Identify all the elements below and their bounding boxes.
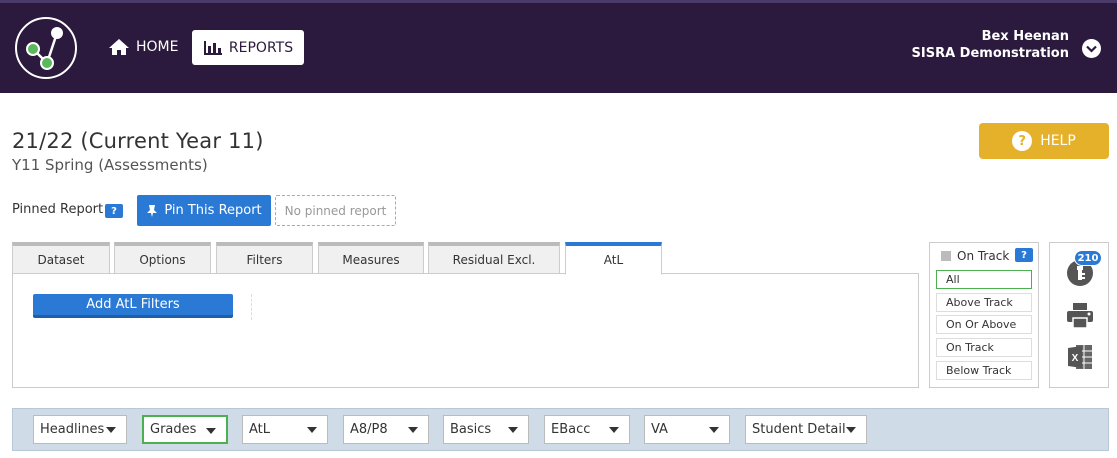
caret-down-icon bbox=[408, 427, 418, 433]
on-track-header[interactable]: On Track bbox=[941, 249, 1009, 263]
dropdown-atl-label: AtL bbox=[249, 422, 271, 437]
dropdown-headlines-label: Headlines bbox=[40, 422, 105, 437]
on-track-checkbox[interactable] bbox=[941, 251, 951, 261]
question-icon: ? bbox=[1012, 131, 1033, 151]
bar-chart-icon bbox=[203, 40, 222, 55]
tab-options[interactable]: Options bbox=[114, 242, 211, 274]
tab-dataset[interactable]: Dataset bbox=[12, 242, 110, 274]
pin-report-label: Pin This Report bbox=[164, 203, 262, 218]
tab-atl[interactable]: AtL bbox=[565, 242, 662, 275]
on-track-help-badge[interactable]: ? bbox=[1015, 248, 1033, 262]
dropdown-atl[interactable]: AtL bbox=[242, 415, 328, 444]
pin-icon bbox=[147, 204, 158, 217]
no-pinned-report-placeholder: No pinned report bbox=[275, 195, 396, 226]
logo-graph-icon bbox=[26, 27, 63, 70]
caret-down-icon bbox=[508, 427, 518, 433]
sisra-logo[interactable] bbox=[15, 17, 77, 79]
dropdown-grades[interactable]: Grades bbox=[142, 415, 228, 444]
dropdown-grades-label: Grades bbox=[150, 422, 197, 437]
user-name: Bex Heenan bbox=[981, 29, 1069, 44]
dropdown-va-label: VA bbox=[651, 422, 668, 437]
dropdown-a8-p8[interactable]: A8/P8 bbox=[343, 415, 429, 444]
dropdown-basics-label: Basics bbox=[450, 422, 492, 437]
pin-report-button[interactable]: Pin This Report bbox=[137, 195, 271, 226]
user-menu-toggle[interactable] bbox=[1082, 39, 1101, 58]
dropdown-basics[interactable]: Basics bbox=[443, 415, 529, 444]
on-track-header-label: On Track bbox=[957, 249, 1010, 263]
user-organisation: SISRA Demonstration bbox=[911, 46, 1070, 61]
user-info[interactable]: Bex Heenan SISRA Demonstration bbox=[912, 28, 1070, 62]
track-option-on-track[interactable]: On Track bbox=[936, 338, 1032, 357]
track-option-all[interactable]: All bbox=[936, 270, 1032, 289]
help-button[interactable]: ? HELP bbox=[979, 123, 1109, 159]
caret-down-icon bbox=[709, 427, 719, 433]
excel-icon[interactable]: X bbox=[1066, 343, 1094, 375]
caret-down-icon bbox=[609, 427, 619, 433]
caret-down-icon bbox=[206, 428, 216, 434]
nav-home-label: HOME bbox=[136, 39, 179, 55]
dropdown-student-detail[interactable]: Student Detail bbox=[745, 415, 867, 444]
home-icon bbox=[109, 39, 129, 55]
help-label: HELP bbox=[1040, 133, 1076, 149]
filter-count-badge: 210 bbox=[1074, 250, 1102, 266]
svg-text:X: X bbox=[1072, 353, 1079, 364]
dropdown-ebacc[interactable]: EBacc bbox=[544, 415, 630, 444]
tab-measures[interactable]: Measures bbox=[318, 242, 424, 274]
chevron-down-icon bbox=[1086, 45, 1097, 53]
caret-down-icon bbox=[307, 427, 317, 433]
nav-reports-label: REPORTS bbox=[228, 39, 294, 56]
caret-down-icon bbox=[846, 427, 856, 433]
dropdown-va[interactable]: VA bbox=[644, 415, 730, 444]
page-subtitle: Y11 Spring (Assessments) bbox=[12, 156, 208, 174]
dropdown-ebacc-label: EBacc bbox=[551, 422, 591, 437]
track-option-on-or-above[interactable]: On Or Above bbox=[936, 315, 1032, 334]
pinned-report-label: Pinned Report bbox=[12, 202, 104, 217]
nav-reports-button[interactable]: REPORTS bbox=[192, 30, 304, 65]
caret-down-icon bbox=[106, 427, 116, 433]
atl-tab-panel bbox=[12, 273, 919, 388]
nav-home-link[interactable]: HOME bbox=[108, 38, 178, 56]
pinned-help-badge[interactable]: ? bbox=[105, 204, 123, 218]
dropdown-a8-p8-label: A8/P8 bbox=[350, 422, 388, 437]
page-title: 21/22 (Current Year 11) bbox=[12, 129, 264, 153]
tab-filters[interactable]: Filters bbox=[216, 242, 313, 274]
dropdown-headlines[interactable]: Headlines bbox=[33, 415, 127, 444]
panel-divider bbox=[251, 294, 252, 320]
tab-residual-excl[interactable]: Residual Excl. bbox=[428, 242, 560, 274]
track-option-below-track[interactable]: Below Track bbox=[936, 361, 1032, 380]
track-option-above-track[interactable]: Above Track bbox=[936, 293, 1032, 312]
printer-icon[interactable] bbox=[1065, 302, 1095, 334]
dropdown-student-detail-label: Student Detail bbox=[752, 422, 846, 437]
add-atl-filters-button[interactable]: Add AtL Filters bbox=[33, 294, 233, 318]
